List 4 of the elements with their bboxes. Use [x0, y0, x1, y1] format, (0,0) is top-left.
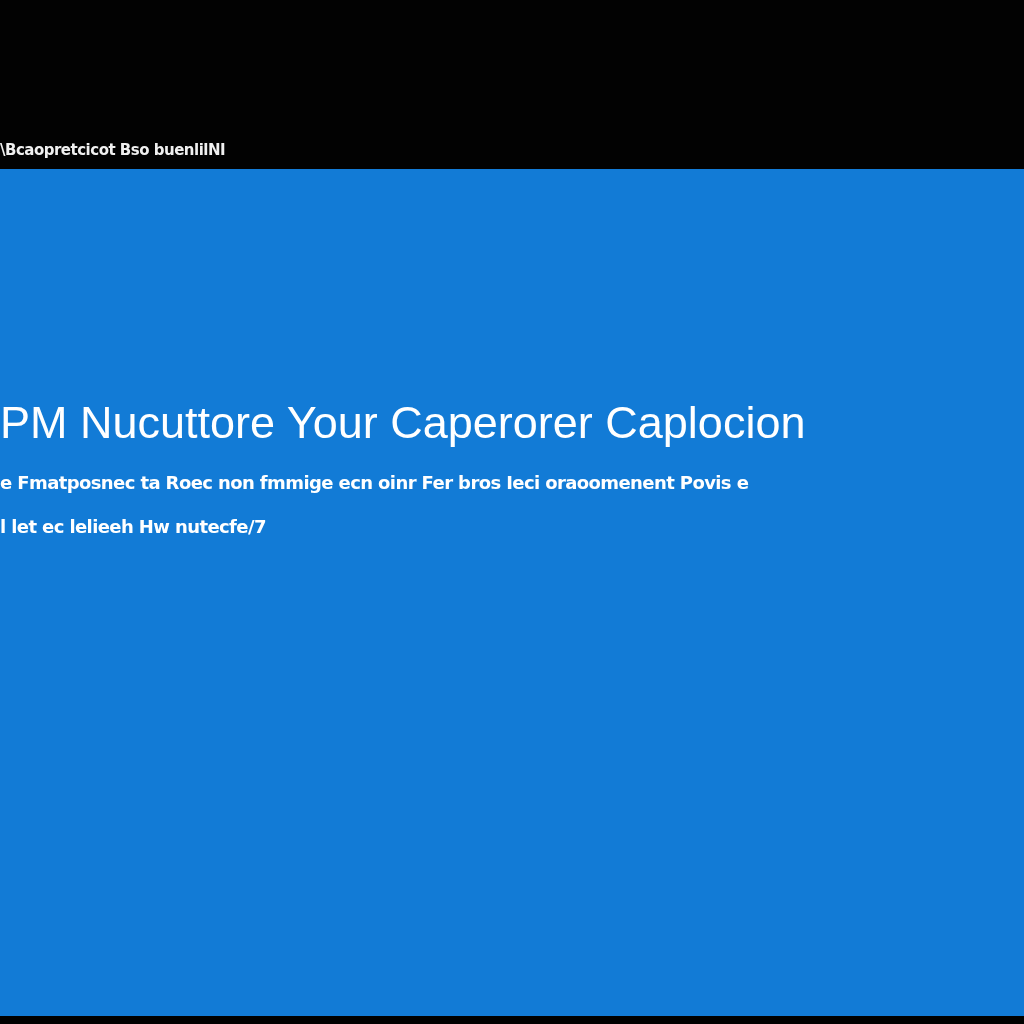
top-bar-text: \Bcaopretcicot Bso buenlilNI: [0, 141, 226, 159]
screen-title: PM Nucuttore Your Caperorer Caplocion: [0, 397, 807, 449]
message-line: e Fmatposnec ta Roec non fmmige ecn oinr Fer bros Ieci oraoomenent Povis e: [0, 471, 750, 495]
message-line: l let ec lelieeh Hw nutecfe/7: [0, 515, 267, 539]
